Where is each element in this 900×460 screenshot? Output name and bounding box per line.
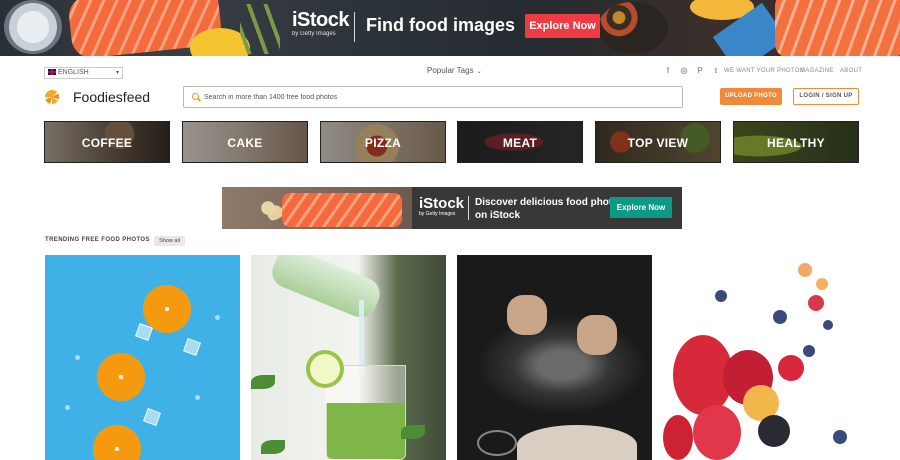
category-label: TOP VIEW: [627, 136, 689, 150]
mint-leaf: [401, 425, 425, 439]
uk-flag-icon: [48, 69, 56, 75]
chevron-down-icon: ▾: [115, 70, 119, 76]
istock-mid-ad[interactable]: iStock by Getty Images Discover deliciou…: [222, 187, 682, 229]
salt-bowl-image: [4, 0, 62, 54]
banner-divider: [354, 12, 355, 42]
top-banner-ad[interactable]: iStock by Getty Images Find food images …: [0, 0, 900, 56]
banner-headline: Find food images: [366, 15, 516, 35]
instagram-icon[interactable]: ◎: [680, 67, 688, 75]
dough: [517, 425, 637, 460]
ad-headline: Discover delicious food photos on iStock: [475, 197, 624, 221]
orange-slice: [97, 353, 145, 401]
show-all-button[interactable]: Show all: [154, 236, 185, 246]
pinterest-icon[interactable]: P: [696, 67, 704, 75]
istock-logo-sub: by Getty Images: [292, 31, 336, 37]
category-label: HEALTHY: [767, 136, 825, 150]
mint-leaf: [251, 375, 275, 389]
istock-logo-text: iStock: [292, 9, 350, 31]
istock-logo: iStock by Getty Images: [419, 196, 464, 218]
raspberry: [778, 355, 804, 381]
berry: [808, 295, 824, 311]
blueberry: [823, 320, 833, 330]
blueberry: [833, 430, 847, 444]
nav-link-about[interactable]: ABOUT: [840, 68, 862, 74]
photo-oranges[interactable]: [45, 255, 240, 460]
ice-cube: [183, 338, 201, 356]
category-label: CAKE: [227, 136, 263, 150]
photo-flour[interactable]: [457, 255, 652, 460]
peppercorn-bowl-image: [598, 2, 668, 54]
whisk: [477, 430, 517, 456]
berry: [798, 263, 812, 277]
nav-link-photos[interactable]: WE WANT YOUR PHOTOS: [724, 68, 804, 74]
ice-cube: [143, 408, 161, 426]
category-label: MEAT: [502, 136, 538, 150]
asparagus-image: [240, 4, 280, 54]
popular-tags-label: Popular Tags: [427, 66, 474, 75]
ad-nuts-image: [250, 195, 286, 221]
strawberry: [693, 405, 741, 460]
login-signup-button[interactable]: LOGIN / SIGN UP: [793, 88, 859, 105]
blackberry: [758, 415, 790, 447]
hand: [507, 295, 547, 335]
trending-title: TRENDING FREE FOOD PHOTOS: [45, 237, 150, 243]
upload-photo-button[interactable]: UPLOAD PHOTO: [720, 88, 782, 105]
category-coffee[interactable]: COFFEE: [44, 121, 170, 163]
bottle: [267, 255, 385, 323]
istock-logo: iStock by Getty Images: [292, 9, 350, 38]
category-meat[interactable]: MEAT: [457, 121, 583, 163]
category-pizza[interactable]: PIZZA: [320, 121, 446, 163]
category-top-view[interactable]: TOP VIEW: [595, 121, 721, 163]
berry: [816, 278, 828, 290]
photo-mojito[interactable]: [251, 255, 446, 460]
strawberry: [663, 415, 693, 460]
popular-tags-dropdown[interactable]: Popular Tags ⌄: [427, 66, 482, 75]
banner-explore-button[interactable]: Explore Now: [525, 14, 600, 38]
salmon-fillet-image: [775, 0, 900, 56]
ad-explore-button[interactable]: Explore Now: [610, 197, 672, 218]
search-icon: [192, 93, 199, 100]
blueberry: [803, 345, 815, 357]
water-drop: [65, 405, 70, 410]
mint-leaf: [261, 440, 285, 454]
water-drop: [195, 395, 200, 400]
water-stream: [359, 300, 364, 375]
water-drop: [215, 315, 220, 320]
site-name[interactable]: Foodiesfeed: [73, 89, 150, 105]
social-links: f ◎ P t: [664, 67, 720, 75]
flour-cloud: [477, 315, 647, 415]
search-input[interactable]: [204, 90, 674, 104]
category-label: COFFEE: [81, 136, 133, 150]
language-select[interactable]: ENGLISH ▾: [44, 67, 123, 79]
foodiesfeed-logo-icon[interactable]: [45, 90, 59, 104]
lime-slice: [306, 350, 344, 388]
orange-slice: [93, 425, 141, 460]
nav-link-magazine[interactable]: MAGAZINE: [800, 68, 834, 74]
twitter-icon[interactable]: t: [712, 67, 720, 75]
blueberry: [773, 310, 787, 324]
chevron-down-icon: ⌄: [476, 69, 482, 75]
search-bar[interactable]: [183, 86, 683, 108]
orange-slice: [143, 285, 191, 333]
istock-logo-text: iStock: [419, 195, 465, 212]
facebook-icon[interactable]: f: [664, 67, 672, 75]
ad-divider: [468, 196, 469, 220]
water-drop: [75, 355, 80, 360]
language-label: ENGLISH: [58, 69, 89, 76]
hand: [577, 315, 617, 355]
istock-logo-sub: by Getty Images: [419, 211, 456, 217]
ad-salmon-image: [282, 193, 402, 227]
category-label: PIZZA: [364, 136, 402, 150]
category-cake[interactable]: CAKE: [182, 121, 308, 163]
blueberry: [715, 290, 727, 302]
photo-berries[interactable]: [663, 255, 858, 460]
category-healthy[interactable]: HEALTHY: [733, 121, 859, 163]
